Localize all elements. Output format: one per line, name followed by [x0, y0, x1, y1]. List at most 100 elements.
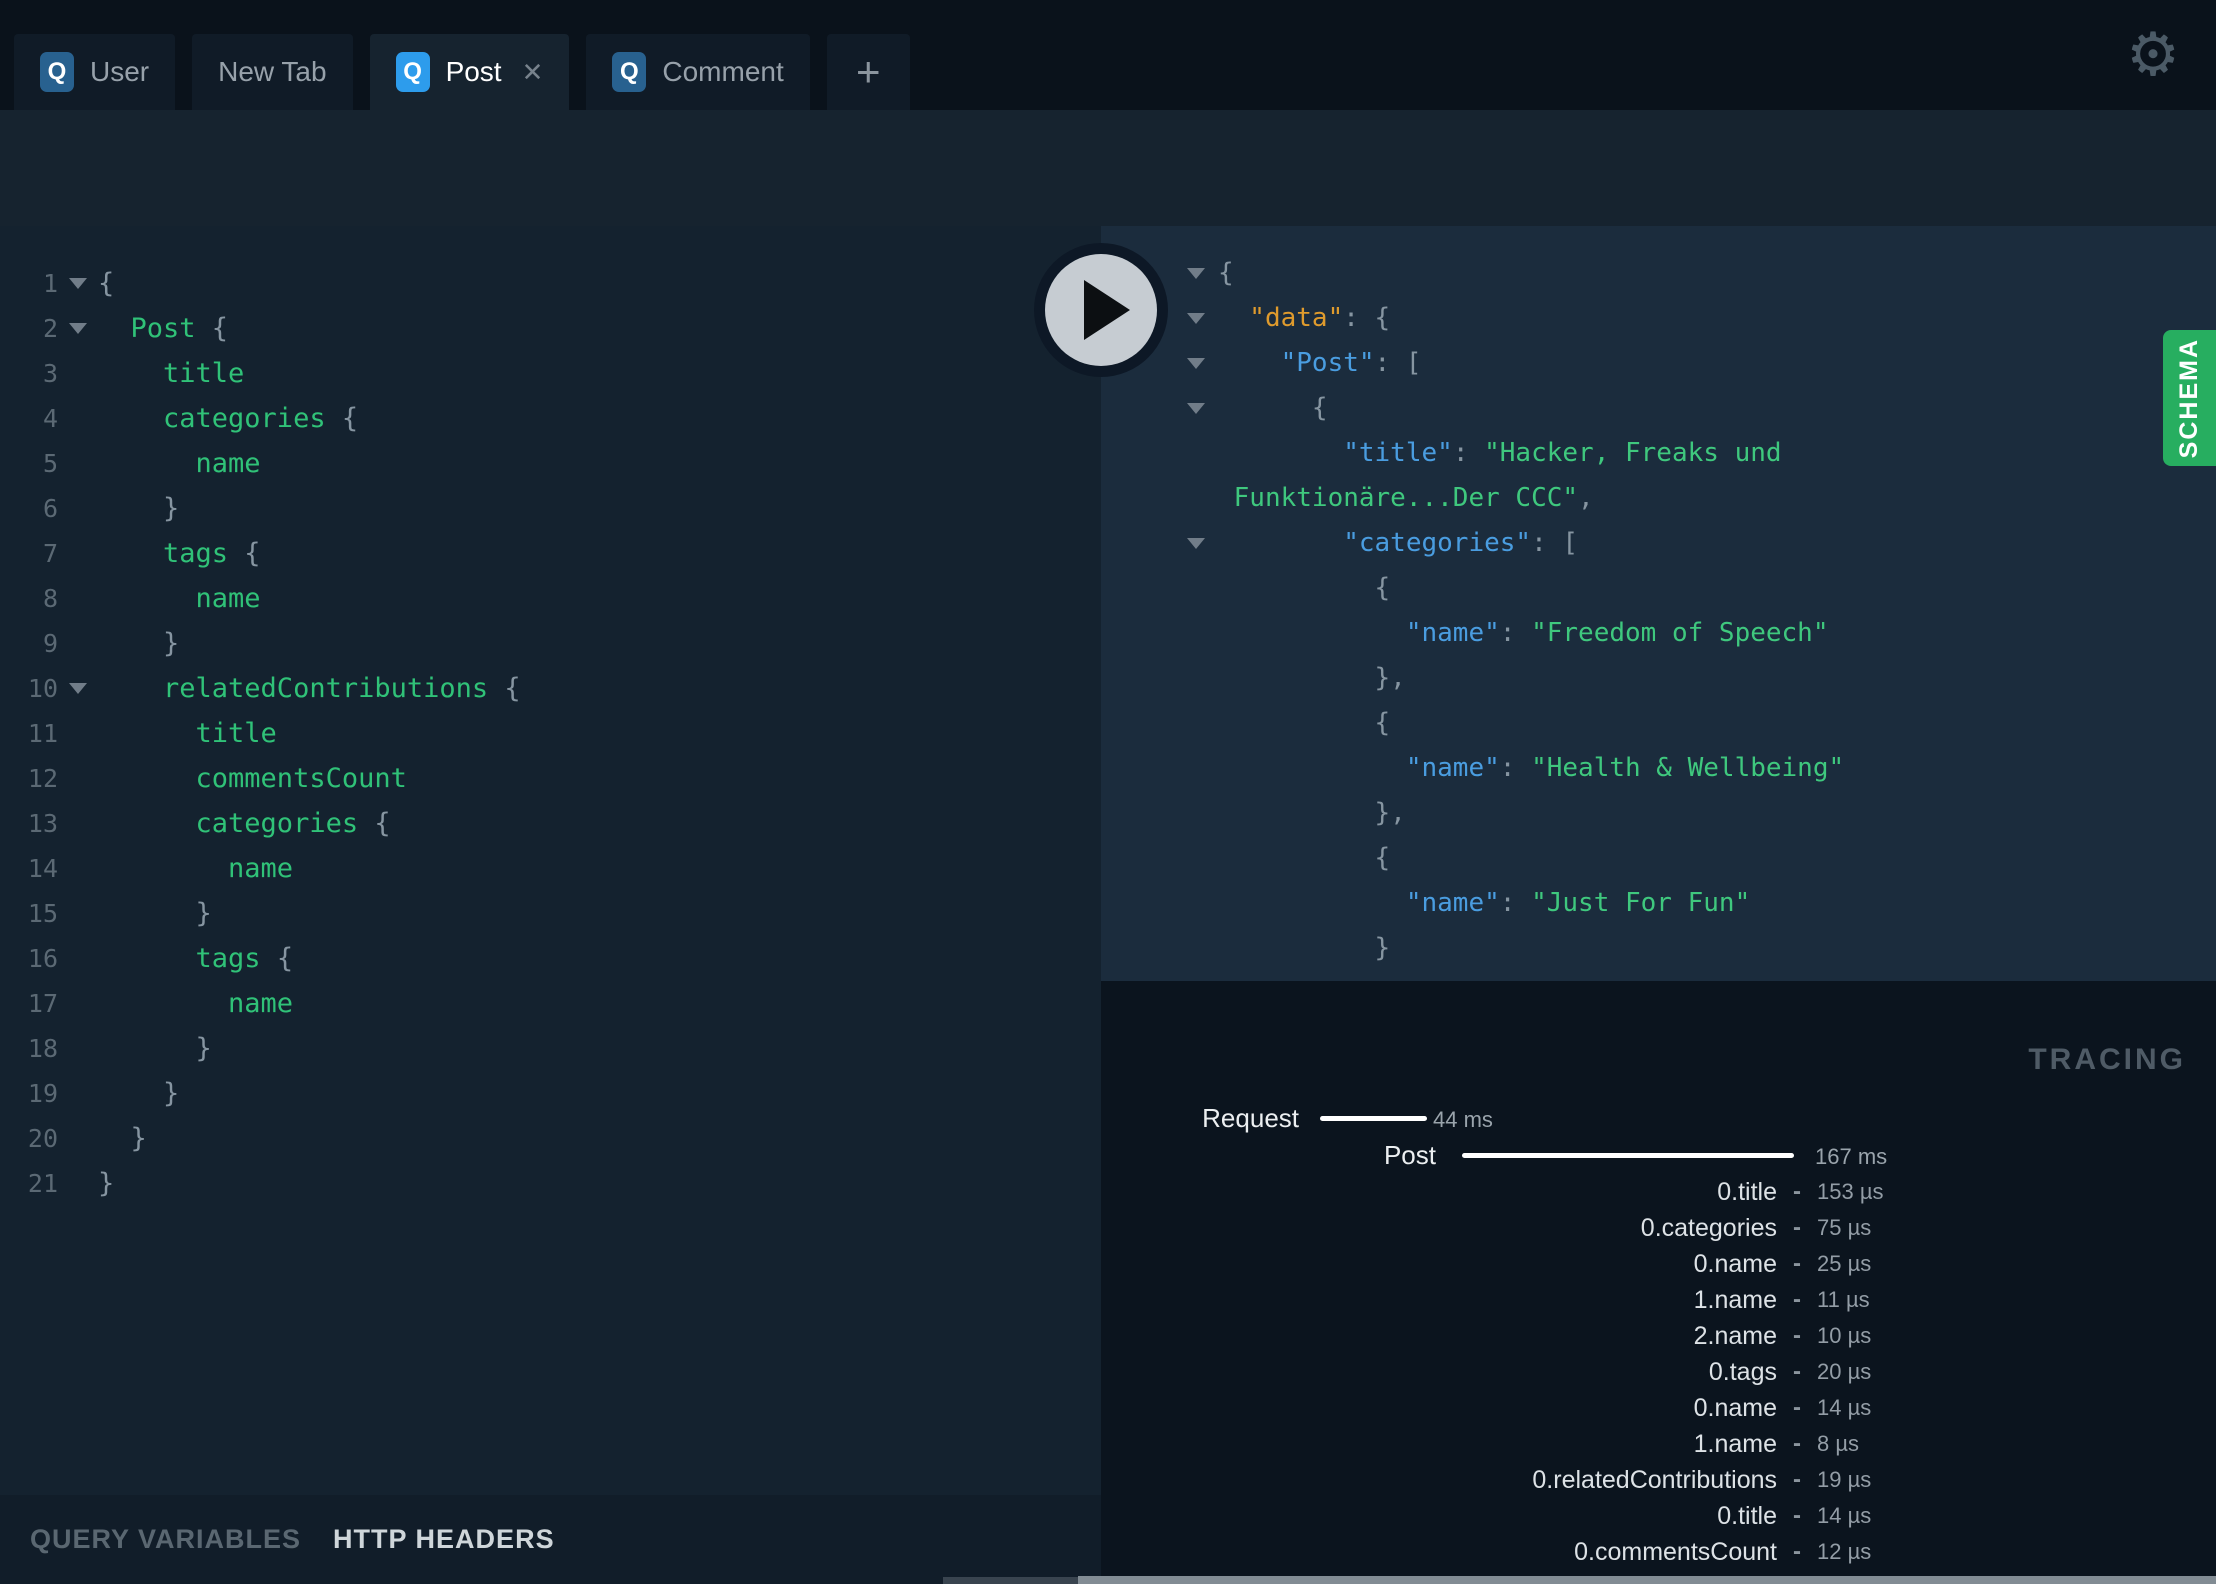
fold-toggle-icon[interactable] [1187, 403, 1205, 414]
code-token: categories [98, 403, 326, 434]
fold-toggle-icon[interactable] [1187, 313, 1205, 324]
trace-request-label: Request [1202, 1103, 1299, 1133]
fold-column [1176, 791, 1216, 836]
fold-toggle-icon[interactable] [69, 323, 87, 334]
fold-toggle-icon[interactable] [1187, 268, 1205, 279]
resolver-dash: - [1793, 1394, 1801, 1421]
line-number: 17 [27, 989, 58, 1018]
schema-button[interactable]: SCHEMA [2163, 330, 2216, 466]
line-number: 14 [27, 854, 58, 883]
code-text: { [1218, 251, 1234, 296]
editor-line: 1{ [0, 261, 1101, 306]
resolver-row: 1.name -11 µs [1101, 1282, 2216, 1318]
resolver-path: 0.name [1693, 1393, 1777, 1422]
response-line: ] [1101, 971, 2216, 981]
horizontal-scrollbar[interactable] [1078, 1576, 2216, 1584]
tab-label: New Tab [218, 56, 327, 87]
code-token: { [1218, 843, 1391, 873]
code-text: categories { [98, 801, 391, 846]
code-text: "title": "Hacker, Freaks und [1218, 431, 1781, 476]
fold-column [1176, 881, 1216, 926]
fold-column [1176, 701, 1216, 746]
code-text: } [98, 1026, 212, 1071]
code-token: : [1499, 753, 1532, 783]
tab-comment[interactable]: Q Comment [586, 34, 810, 110]
code-token: title [98, 358, 245, 389]
horizontal-scrollbar-left[interactable] [943, 1577, 1078, 1584]
response-line: "data": { [1101, 296, 2216, 341]
code-text: } [98, 1071, 179, 1116]
new-tab-button[interactable]: + [826, 34, 910, 110]
code-text: { [1218, 566, 1391, 611]
resolver-time: 12 µs [1817, 1539, 1872, 1564]
resolver-path: 0.relatedContributions [1532, 1465, 1777, 1494]
tab-post[interactable]: Q Post ✕ [369, 34, 570, 110]
line-number: 15 [27, 899, 58, 928]
fold-toggle-icon[interactable] [1187, 358, 1205, 369]
line-number: 20 [27, 1124, 58, 1153]
fold-toggle-icon[interactable] [1187, 538, 1205, 549]
code-text: { [1218, 386, 1328, 431]
response-lines: { "data": { "Post": [ { "title": "Hacker… [1101, 226, 2216, 981]
code-token: { [260, 943, 294, 974]
tab-new-tab[interactable]: New Tab [192, 34, 353, 110]
code-token: { [325, 403, 359, 434]
toolbar: PRETTIFY HISTORY ↺ COPY CURL SHARE PLAYG… [0, 110, 2216, 311]
resolver-path: 0.title [1717, 1177, 1777, 1206]
code-token: "categories" [1218, 528, 1532, 558]
code-token: { [358, 808, 391, 839]
code-text: name [98, 981, 293, 1026]
code-token: }, [1218, 663, 1406, 693]
fold-column [1176, 251, 1216, 296]
resolver-time: 14 µs [1817, 1503, 1872, 1528]
close-icon[interactable]: ✕ [522, 57, 544, 88]
response-line: }, [1101, 791, 2216, 836]
code-token: categories [98, 808, 359, 839]
code-text: ] [1218, 971, 1359, 981]
fold-column [1176, 296, 1216, 341]
settings-button[interactable]: ⚙ [2120, 22, 2186, 88]
tab-label: Comment [662, 56, 784, 87]
code-text: { [1218, 701, 1391, 746]
fold-column [1176, 476, 1216, 521]
code-token: name [98, 448, 261, 479]
http-headers-tab[interactable]: HTTP HEADERS [333, 1524, 555, 1555]
line-number: 19 [27, 1079, 58, 1108]
resolver-time: 11 µs [1817, 1287, 1870, 1312]
response-line: { [1101, 701, 2216, 746]
line-number: 2 [42, 314, 58, 343]
editor-footer: QUERY VARIABLES HTTP HEADERS [0, 1495, 1101, 1584]
tab-list: Q User New Tab Q Post ✕ Q Comment + [14, 34, 910, 110]
query-variables-tab[interactable]: QUERY VARIABLES [30, 1524, 301, 1555]
code-token: { [98, 268, 115, 299]
resolver-time: 14 µs [1817, 1395, 1872, 1420]
fold-column [1176, 566, 1216, 611]
tab-user[interactable]: Q User [14, 34, 176, 110]
code-token: "name" [1218, 888, 1500, 918]
query-editor[interactable]: 1{2 Post {3 title 4 categories {5 name 6 }… [0, 226, 1101, 1495]
resolver-row: 0.name -25 µs [1101, 1246, 2216, 1282]
code-text: "Post": [ [1218, 341, 1422, 386]
code-token: } [98, 628, 180, 659]
fold-toggle-icon[interactable] [69, 683, 87, 694]
trace-post-time: 167 ms [1815, 1144, 1888, 1169]
resolver-dash: - [1793, 1538, 1801, 1565]
code-token: "Health & Wellbeing" [1531, 753, 1845, 783]
code-text: Funktionäre...Der CCC", [1218, 476, 1594, 521]
resolver-dash: - [1793, 1178, 1801, 1205]
play-button-face [1045, 254, 1157, 366]
response-line: } [1101, 926, 2216, 971]
fold-column [58, 981, 98, 1026]
code-token: , [1578, 483, 1594, 513]
fold-column [58, 801, 98, 846]
code-token: : [ [1531, 528, 1579, 558]
fold-column [58, 936, 98, 981]
code-text: }, [1218, 791, 1406, 836]
execute-button[interactable] [1034, 243, 1168, 377]
response-line: Funktionäre...Der CCC", [1101, 476, 2216, 521]
code-token: { [195, 313, 229, 344]
resolver-row: 0.relatedContributions -19 µs [1101, 1462, 2216, 1498]
code-text: } [98, 621, 179, 666]
fold-toggle-icon[interactable] [69, 278, 87, 289]
resolver-path: 0.title [1717, 1501, 1777, 1530]
